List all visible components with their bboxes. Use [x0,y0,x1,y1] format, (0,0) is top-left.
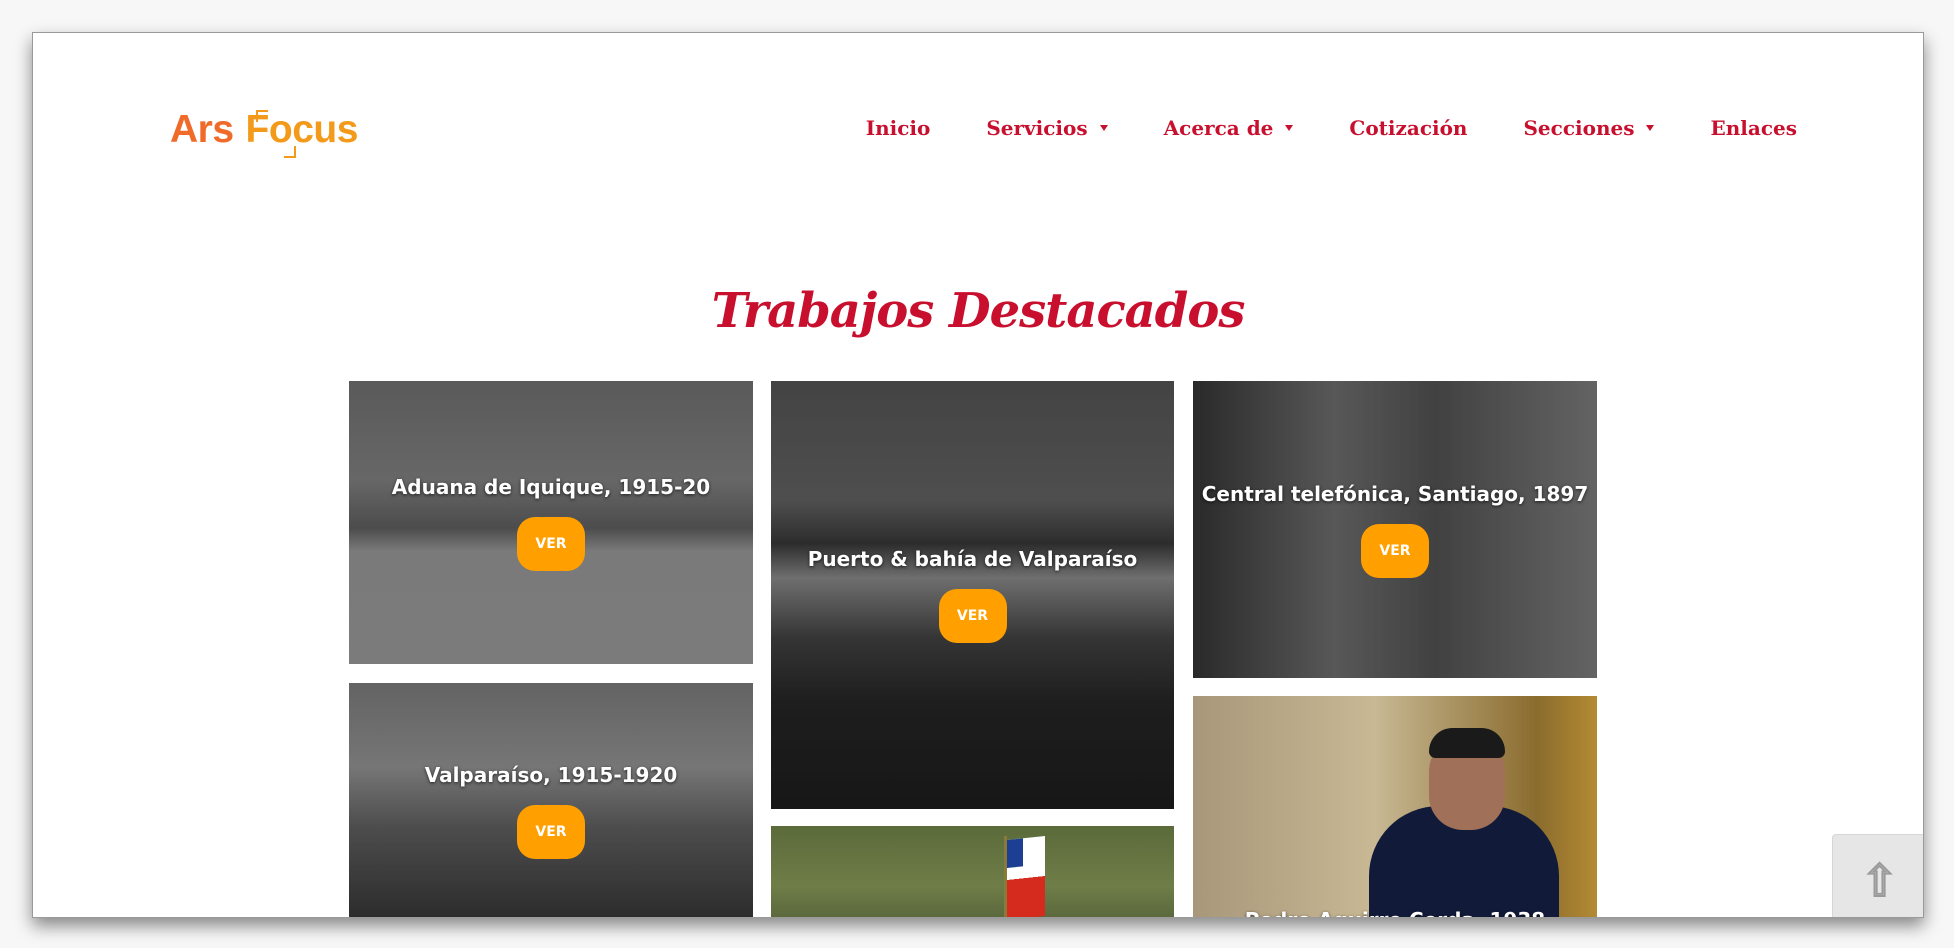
nav-item-enlaces[interactable]: Enlaces [1710,116,1797,140]
nav-label: Inicio [865,116,931,140]
ver-button[interactable]: VER [1361,523,1429,578]
caret-down-icon [1646,125,1655,131]
nav-item-cotizacion[interactable]: Cotización [1349,116,1467,140]
card-caption: Valparaíso, 1915-1920 [424,763,678,787]
ver-button[interactable]: VER [517,805,585,859]
caret-down-icon [1099,125,1108,131]
site-logo[interactable]: Ars Focus [170,108,358,158]
card-overlay [349,683,753,917]
chile-flag-icon [1007,836,1045,917]
ver-button[interactable]: VER [517,516,585,571]
card-caption: Pedro Aguirre Cerda, 1938 [1245,908,1545,917]
nav-label: Acerca de [1163,116,1274,140]
nav-label: Secciones [1523,116,1635,140]
main-nav: Inicio Servicios Acerca de Cotización Se… [810,116,1797,140]
ver-button[interactable]: VER [938,589,1007,643]
arrow-up-icon: ⇧ [1860,855,1899,908]
logo-bracket-icon [255,110,268,122]
card-caption: Puerto & bahía de Valparaíso [807,547,1138,571]
nav-item-acerca-de[interactable]: Acerca de [1164,116,1294,140]
logo-bracket-icon [283,146,296,158]
gallery-card-aduana[interactable]: Aduana de Iquique, 1915-20 VER [349,381,753,664]
nav-label: Enlaces [1710,116,1797,140]
nav-item-inicio[interactable]: Inicio [866,116,931,140]
gallery-card-valparaiso[interactable]: Valparaíso, 1915-1920 VER [349,683,753,917]
logo-word-focus: Focus [246,108,358,158]
caret-down-icon [1285,125,1294,131]
scroll-to-top-button[interactable]: ⇧ [1832,834,1923,917]
card-caption: Central telefónica, Santiago, 1897 [1201,481,1589,506]
gallery-card-pedro[interactable]: Pedro Aguirre Cerda, 1938 [1193,696,1597,917]
gallery-card-central[interactable]: Central telefónica, Santiago, 1897 VER [1193,381,1597,678]
nav-item-secciones[interactable]: Secciones [1523,116,1655,140]
portrait-hair [1429,728,1505,758]
logo-word-ars: Ars [170,108,234,151]
nav-item-servicios[interactable]: Servicios [986,116,1108,140]
browser-page: Ars Focus Inicio Servicios Acerca de Cot… [32,32,1924,918]
nav-label: Servicios [986,116,1088,140]
gallery-card-puerto[interactable]: Puerto & bahía de Valparaíso VER [771,381,1174,809]
card-caption: Aduana de Iquique, 1915-20 [391,474,711,499]
section-title: Trabajos Destacados [711,283,1246,340]
card-photo [771,826,1174,917]
gallery-card-flag[interactable] [771,826,1174,917]
nav-label: Cotización [1349,116,1468,140]
